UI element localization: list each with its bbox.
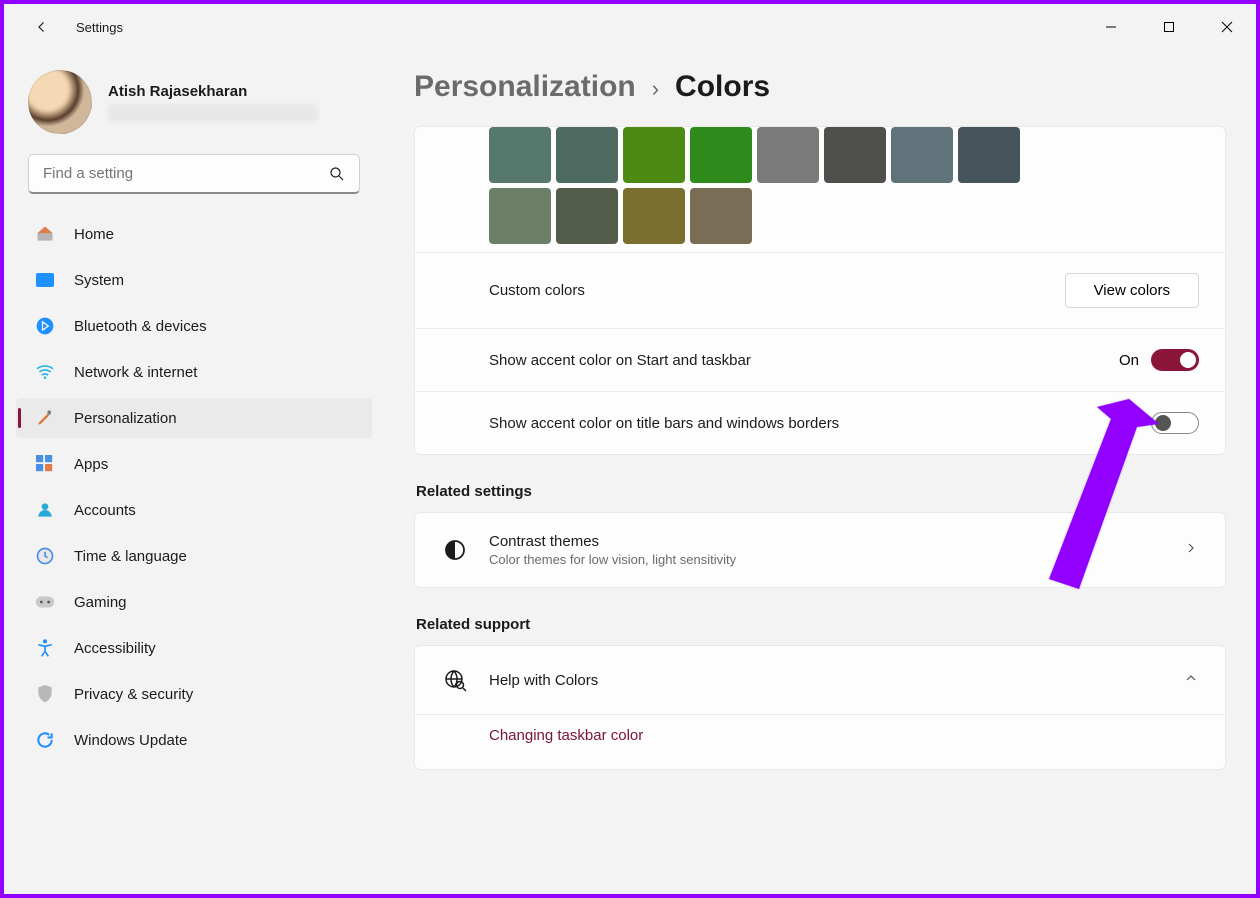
nav-item-home[interactable]: Home [16, 214, 372, 254]
color-swatch[interactable] [556, 127, 618, 183]
maximize-button[interactable] [1140, 4, 1198, 50]
related-support-heading: Related support [416, 616, 1226, 633]
color-swatch[interactable] [623, 127, 685, 183]
changing-taskbar-link[interactable]: Changing taskbar color [489, 727, 643, 744]
view-colors-button[interactable]: View colors [1065, 273, 1199, 308]
search-icon [328, 165, 346, 188]
sidebar: Atish Rajasekharan Home System Bluetooth… [4, 50, 384, 894]
nav-label: Privacy & security [74, 686, 193, 703]
contrast-sub: Color themes for low vision, light sensi… [489, 552, 1163, 567]
custom-colors-label: Custom colors [489, 282, 585, 299]
app-title: Settings [76, 20, 123, 35]
custom-colors-row: Custom colors View colors [415, 252, 1225, 328]
gamepad-icon [34, 591, 56, 613]
help-link-row: Changing taskbar color [415, 714, 1225, 769]
color-swatch[interactable] [489, 188, 551, 244]
system-icon [34, 269, 56, 291]
color-swatch[interactable] [757, 127, 819, 183]
nav-label: Accounts [74, 502, 136, 519]
accent-title-label: Show accent color on title bars and wind… [489, 415, 839, 432]
nav-item-privacy[interactable]: Privacy & security [16, 674, 372, 714]
nav-label: Network & internet [74, 364, 197, 381]
nav-item-accounts[interactable]: Accounts [16, 490, 372, 530]
bluetooth-icon [34, 315, 56, 337]
nav-item-network[interactable]: Network & internet [16, 352, 372, 392]
nav-item-personalization[interactable]: Personalization [16, 398, 372, 438]
nav-item-update[interactable]: Windows Update [16, 720, 372, 760]
main: Personalization › Colors Custom colors V… [384, 50, 1256, 894]
chevron-right-icon [1183, 540, 1199, 561]
nav-item-system[interactable]: System [16, 260, 372, 300]
user-email-redacted [108, 104, 318, 122]
colors-card: Custom colors View colors Show accent co… [414, 126, 1226, 455]
accent-start-row: Show accent color on Start and taskbar O… [415, 328, 1225, 391]
update-icon [34, 729, 56, 751]
color-swatch[interactable] [556, 188, 618, 244]
accessibility-icon [34, 637, 56, 659]
window-controls [1082, 4, 1256, 50]
search-wrap [28, 154, 360, 194]
contrast-icon [441, 536, 469, 564]
shield-icon [34, 683, 56, 705]
nav-item-gaming[interactable]: Gaming [16, 582, 372, 622]
nav-label: Windows Update [74, 732, 187, 749]
related-settings-card: Contrast themes Color themes for low vis… [414, 512, 1226, 588]
color-swatch[interactable] [690, 188, 752, 244]
nav-label: System [74, 272, 124, 289]
user-block[interactable]: Atish Rajasekharan [4, 58, 384, 154]
color-swatch[interactable] [623, 188, 685, 244]
apps-icon [34, 453, 56, 475]
nav-label: Gaming [74, 594, 127, 611]
nav-item-apps[interactable]: Apps [16, 444, 372, 484]
nav-label: Accessibility [74, 640, 156, 657]
accent-title-toggle[interactable] [1151, 412, 1199, 434]
color-swatch[interactable] [489, 127, 551, 183]
nav-label: Home [74, 226, 114, 243]
color-swatch[interactable] [690, 127, 752, 183]
search-input[interactable] [28, 154, 360, 194]
user-name: Atish Rajasekharan [108, 83, 318, 100]
swatch-grid [415, 127, 1035, 252]
minimize-button[interactable] [1082, 4, 1140, 50]
help-colors-title: Help with Colors [489, 672, 1163, 689]
contrast-title: Contrast themes [489, 533, 1163, 550]
accent-title-row: Show accent color on title bars and wind… [415, 391, 1225, 454]
nav-item-accessibility[interactable]: Accessibility [16, 628, 372, 668]
page-title: Colors [675, 70, 770, 104]
breadcrumb-parent[interactable]: Personalization [414, 70, 636, 104]
avatar [28, 70, 92, 134]
nav-label: Apps [74, 456, 108, 473]
accent-start-label: Show accent color on Start and taskbar [489, 352, 751, 369]
breadcrumb: Personalization › Colors [414, 70, 1226, 104]
titlebar: Settings [4, 4, 1256, 50]
nav-label: Bluetooth & devices [74, 318, 207, 335]
person-icon [34, 499, 56, 521]
back-button[interactable] [32, 17, 52, 37]
help-colors-row[interactable]: Help with Colors [415, 646, 1225, 714]
color-swatch[interactable] [891, 127, 953, 183]
close-button[interactable] [1198, 4, 1256, 50]
nav-item-bluetooth[interactable]: Bluetooth & devices [16, 306, 372, 346]
color-swatch[interactable] [824, 127, 886, 183]
globe-search-icon [441, 666, 469, 694]
toggle-state-label: On [1119, 352, 1139, 369]
nav-label: Time & language [74, 548, 187, 565]
accent-start-toggle[interactable] [1151, 349, 1199, 371]
clock-icon [34, 545, 56, 567]
nav-label: Personalization [74, 410, 177, 427]
chevron-right-icon: › [652, 76, 659, 102]
color-swatch[interactable] [958, 127, 1020, 183]
related-settings-heading: Related settings [416, 483, 1226, 500]
chevron-up-icon [1183, 670, 1199, 691]
related-support-card: Help with Colors Changing taskbar color [414, 645, 1226, 770]
contrast-themes-row[interactable]: Contrast themes Color themes for low vis… [415, 513, 1225, 587]
home-icon [34, 223, 56, 245]
nav: Home System Bluetooth & devices Network … [4, 214, 384, 760]
nav-item-time[interactable]: Time & language [16, 536, 372, 576]
wifi-icon [34, 361, 56, 383]
paintbrush-icon [34, 407, 56, 429]
